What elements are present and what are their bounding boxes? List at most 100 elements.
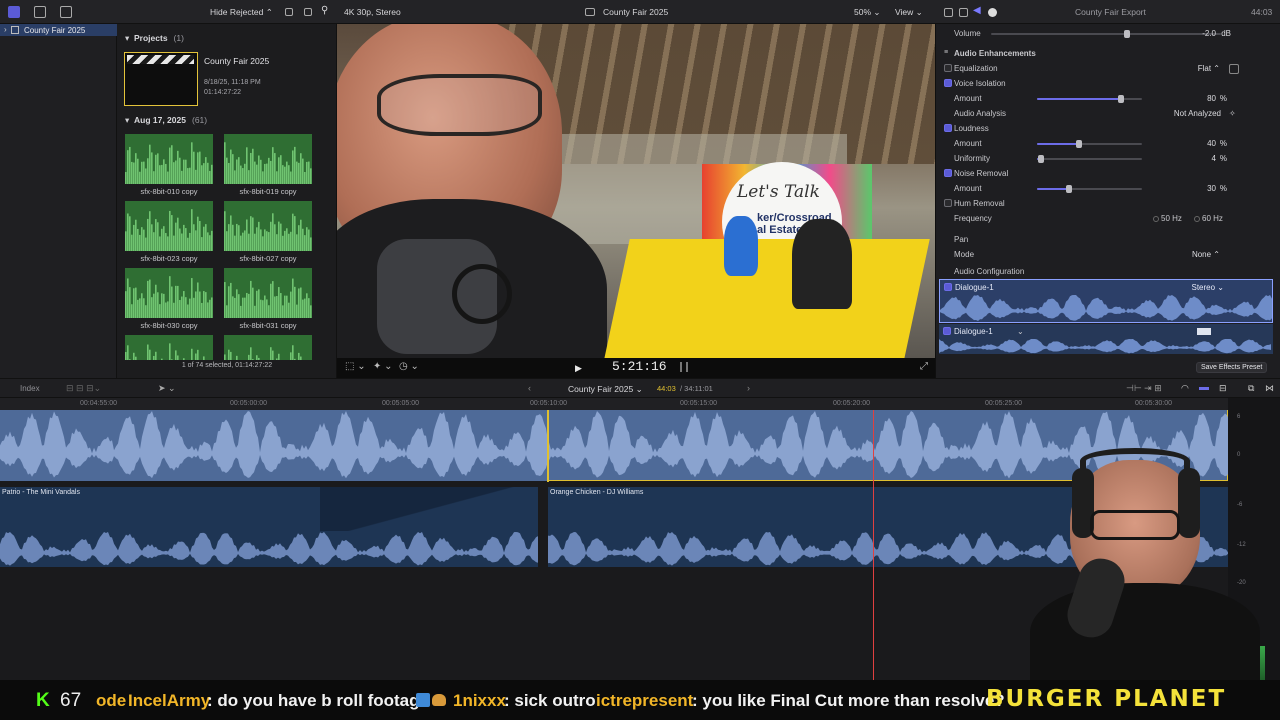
noise-amount-unit: % xyxy=(1219,184,1227,193)
ticker-message-3: : sick outro xyxy=(504,691,596,710)
titles-generators-icon[interactable] xyxy=(60,6,72,18)
ruler-tick-label: 00:05:15:00 xyxy=(680,400,717,407)
transform-tool-icon[interactable]: ⬚ ⌄ xyxy=(345,361,366,372)
ruler-tick-label: 00:05:30:00 xyxy=(1135,400,1172,407)
pan-mode-dropdown[interactable]: None ⌃ xyxy=(1176,250,1220,259)
viewer[interactable]: Let's Talk ker/Crossroad al Estate ⬚ ⌄ ✦… xyxy=(337,24,935,378)
video-frame[interactable]: Let's Talk ker/Crossroad al Estate xyxy=(337,24,935,358)
disclosure-icon[interactable]: › xyxy=(4,25,7,34)
filter-dropdown[interactable]: Hide Rejected ⌃ xyxy=(210,7,273,18)
library-item[interactable]: › County Fair 2025 xyxy=(0,24,117,36)
voice-amount-knob[interactable] xyxy=(1118,95,1124,103)
ruler-tick-label: 00:05:20:00 xyxy=(833,400,870,407)
volume-value[interactable]: -2.0 xyxy=(1186,29,1216,38)
glasses xyxy=(377,74,542,136)
channel2-label: Dialogue-1 xyxy=(954,327,993,336)
clip-thumbnail[interactable] xyxy=(224,201,312,251)
library-icon xyxy=(11,26,19,34)
freq-60-radio[interactable] xyxy=(1194,216,1200,222)
freq-60-label: 60 Hz xyxy=(1202,214,1223,223)
clip-thumbnail[interactable] xyxy=(125,201,213,251)
clip-appearance-icon[interactable]: ⊟ xyxy=(1219,383,1227,394)
primary-clip-left[interactable] xyxy=(0,410,548,481)
clip-thumbnail[interactable] xyxy=(125,335,213,360)
libraries-icon[interactable] xyxy=(8,6,20,18)
loudness-checkbox[interactable] xyxy=(944,124,952,132)
channel-dialogue-2[interactable]: Dialogue-1 ⌄ xyxy=(939,324,1273,354)
clip-thumbnail[interactable] xyxy=(224,268,312,318)
event-header[interactable]: ▾ Aug 17, 2025 (61) xyxy=(125,115,207,126)
noise-amount-knob[interactable] xyxy=(1065,185,1072,193)
loudness-amount-knob[interactable] xyxy=(1076,140,1082,148)
channel2-checkbox[interactable] xyxy=(943,327,951,335)
save-effects-preset-button[interactable]: Save Effects Preset xyxy=(1196,362,1268,373)
eq-graph-icon[interactable] xyxy=(1229,64,1239,74)
channel1-format-dropdown[interactable]: Stereo ⌄ xyxy=(1184,283,1224,292)
noise-removal-checkbox[interactable] xyxy=(944,169,952,177)
inspector-video-icon[interactable] xyxy=(944,8,953,17)
zoom-dropdown[interactable]: 50% ⌄ xyxy=(854,7,881,18)
clip-label: sfx-8bit-019 copy xyxy=(239,187,297,196)
channel2-chevron-icon[interactable]: ⌄ xyxy=(1017,327,1024,336)
clip-thumbnail[interactable] xyxy=(125,134,213,184)
index-button[interactable]: Index xyxy=(20,384,40,393)
select-tool-icon[interactable]: ➤ ⌄ xyxy=(158,383,176,394)
ticker-message-4: : you like Final Cut more than resolve? xyxy=(692,691,1005,710)
volume-knob[interactable] xyxy=(1124,30,1130,38)
clip-waveform xyxy=(224,345,302,360)
inspector-color-icon[interactable] xyxy=(959,8,968,17)
enhance-tool-icon[interactable]: ✦ ⌄ xyxy=(373,361,393,372)
loudness-amount-row: Amount 40 % xyxy=(936,136,1280,151)
list-view-icon[interactable] xyxy=(304,8,312,16)
search-icon[interactable]: ⚲ xyxy=(321,5,328,16)
connect-clip-icon[interactable]: ⊟ ⊟ ⊟⌄ xyxy=(66,383,101,394)
analyze-wand-icon[interactable]: ✧ xyxy=(1229,109,1236,118)
photos-audio-icon[interactable] xyxy=(34,6,46,18)
snapping-icon[interactable] xyxy=(1199,387,1209,390)
play-button[interactable]: ▶ xyxy=(575,363,582,374)
hum-removal-checkbox[interactable] xyxy=(944,199,952,207)
viewer-count: 67 xyxy=(60,690,82,711)
channel1-checkbox[interactable] xyxy=(944,283,952,291)
fullscreen-icon[interactable]: ⤢ xyxy=(920,361,928,372)
inspector-info-icon[interactable] xyxy=(988,8,997,17)
uniformity-value[interactable]: 4 xyxy=(1186,154,1216,163)
equalization-dropdown[interactable]: Flat ⌃ xyxy=(1176,64,1220,73)
voice-amount-value[interactable]: 80 xyxy=(1186,94,1216,103)
volume-row: Volume -2.0 dB xyxy=(936,26,1280,41)
inspector-audio-icon[interactable]: ◀ xyxy=(973,5,981,16)
effects-browser-icon[interactable]: ⧉ xyxy=(1248,383,1254,394)
history-forward-icon[interactable]: › xyxy=(747,383,750,393)
speed-tool-icon[interactable]: ◷ ⌄ xyxy=(399,361,419,372)
uniformity-knob[interactable] xyxy=(1038,155,1045,163)
clip-waveform xyxy=(224,211,312,251)
noise-removal-label: Noise Removal xyxy=(954,169,1009,178)
projects-header[interactable]: ▾ Projects (1) xyxy=(125,33,184,44)
enhancements-disclosure-icon[interactable]: ≡ xyxy=(944,49,948,56)
loudness-amount-unit: % xyxy=(1219,139,1227,148)
timeline-project-dropdown[interactable]: County Fair 2025 ⌄ xyxy=(568,384,643,395)
project-thumbnail[interactable] xyxy=(124,52,198,106)
playhead[interactable] xyxy=(547,410,549,482)
zoom-controls-icon[interactable]: ⊣⊢ ⇥ ⊞ xyxy=(1126,383,1162,394)
uniformity-slider[interactable] xyxy=(1037,158,1142,160)
filmstrip-view-icon[interactable] xyxy=(285,8,293,16)
transitions-icon[interactable]: ⋈ xyxy=(1265,383,1274,394)
fade-handle[interactable] xyxy=(320,487,538,531)
clip-thumbnail[interactable] xyxy=(224,134,312,184)
music-clip-left[interactable]: Patrio - The Mini Vandals xyxy=(0,487,538,567)
channel-dialogue-1[interactable]: Dialogue-1 Stereo ⌄ xyxy=(939,279,1273,323)
equalization-checkbox[interactable] xyxy=(944,64,952,72)
loudness-amount-value[interactable]: 40 xyxy=(1186,139,1216,148)
voice-amount-row: Amount 80 % xyxy=(936,91,1280,106)
freq-50-radio[interactable] xyxy=(1153,216,1159,222)
noise-amount-value[interactable]: 30 xyxy=(1186,184,1216,193)
clip-thumbnail[interactable] xyxy=(125,268,213,318)
library-name: County Fair 2025 xyxy=(24,26,86,35)
headphones-icon[interactable]: ◠ xyxy=(1181,383,1189,394)
timeline-ruler[interactable]: 00:04:55:00 00:05:00:00 00:05:05:00 00:05:1… xyxy=(0,398,1228,410)
history-back-icon[interactable]: ‹ xyxy=(528,383,531,393)
view-menu[interactable]: View ⌄ xyxy=(895,7,923,18)
voice-isolation-checkbox[interactable] xyxy=(944,79,952,87)
clip-thumbnail[interactable] xyxy=(224,335,312,360)
